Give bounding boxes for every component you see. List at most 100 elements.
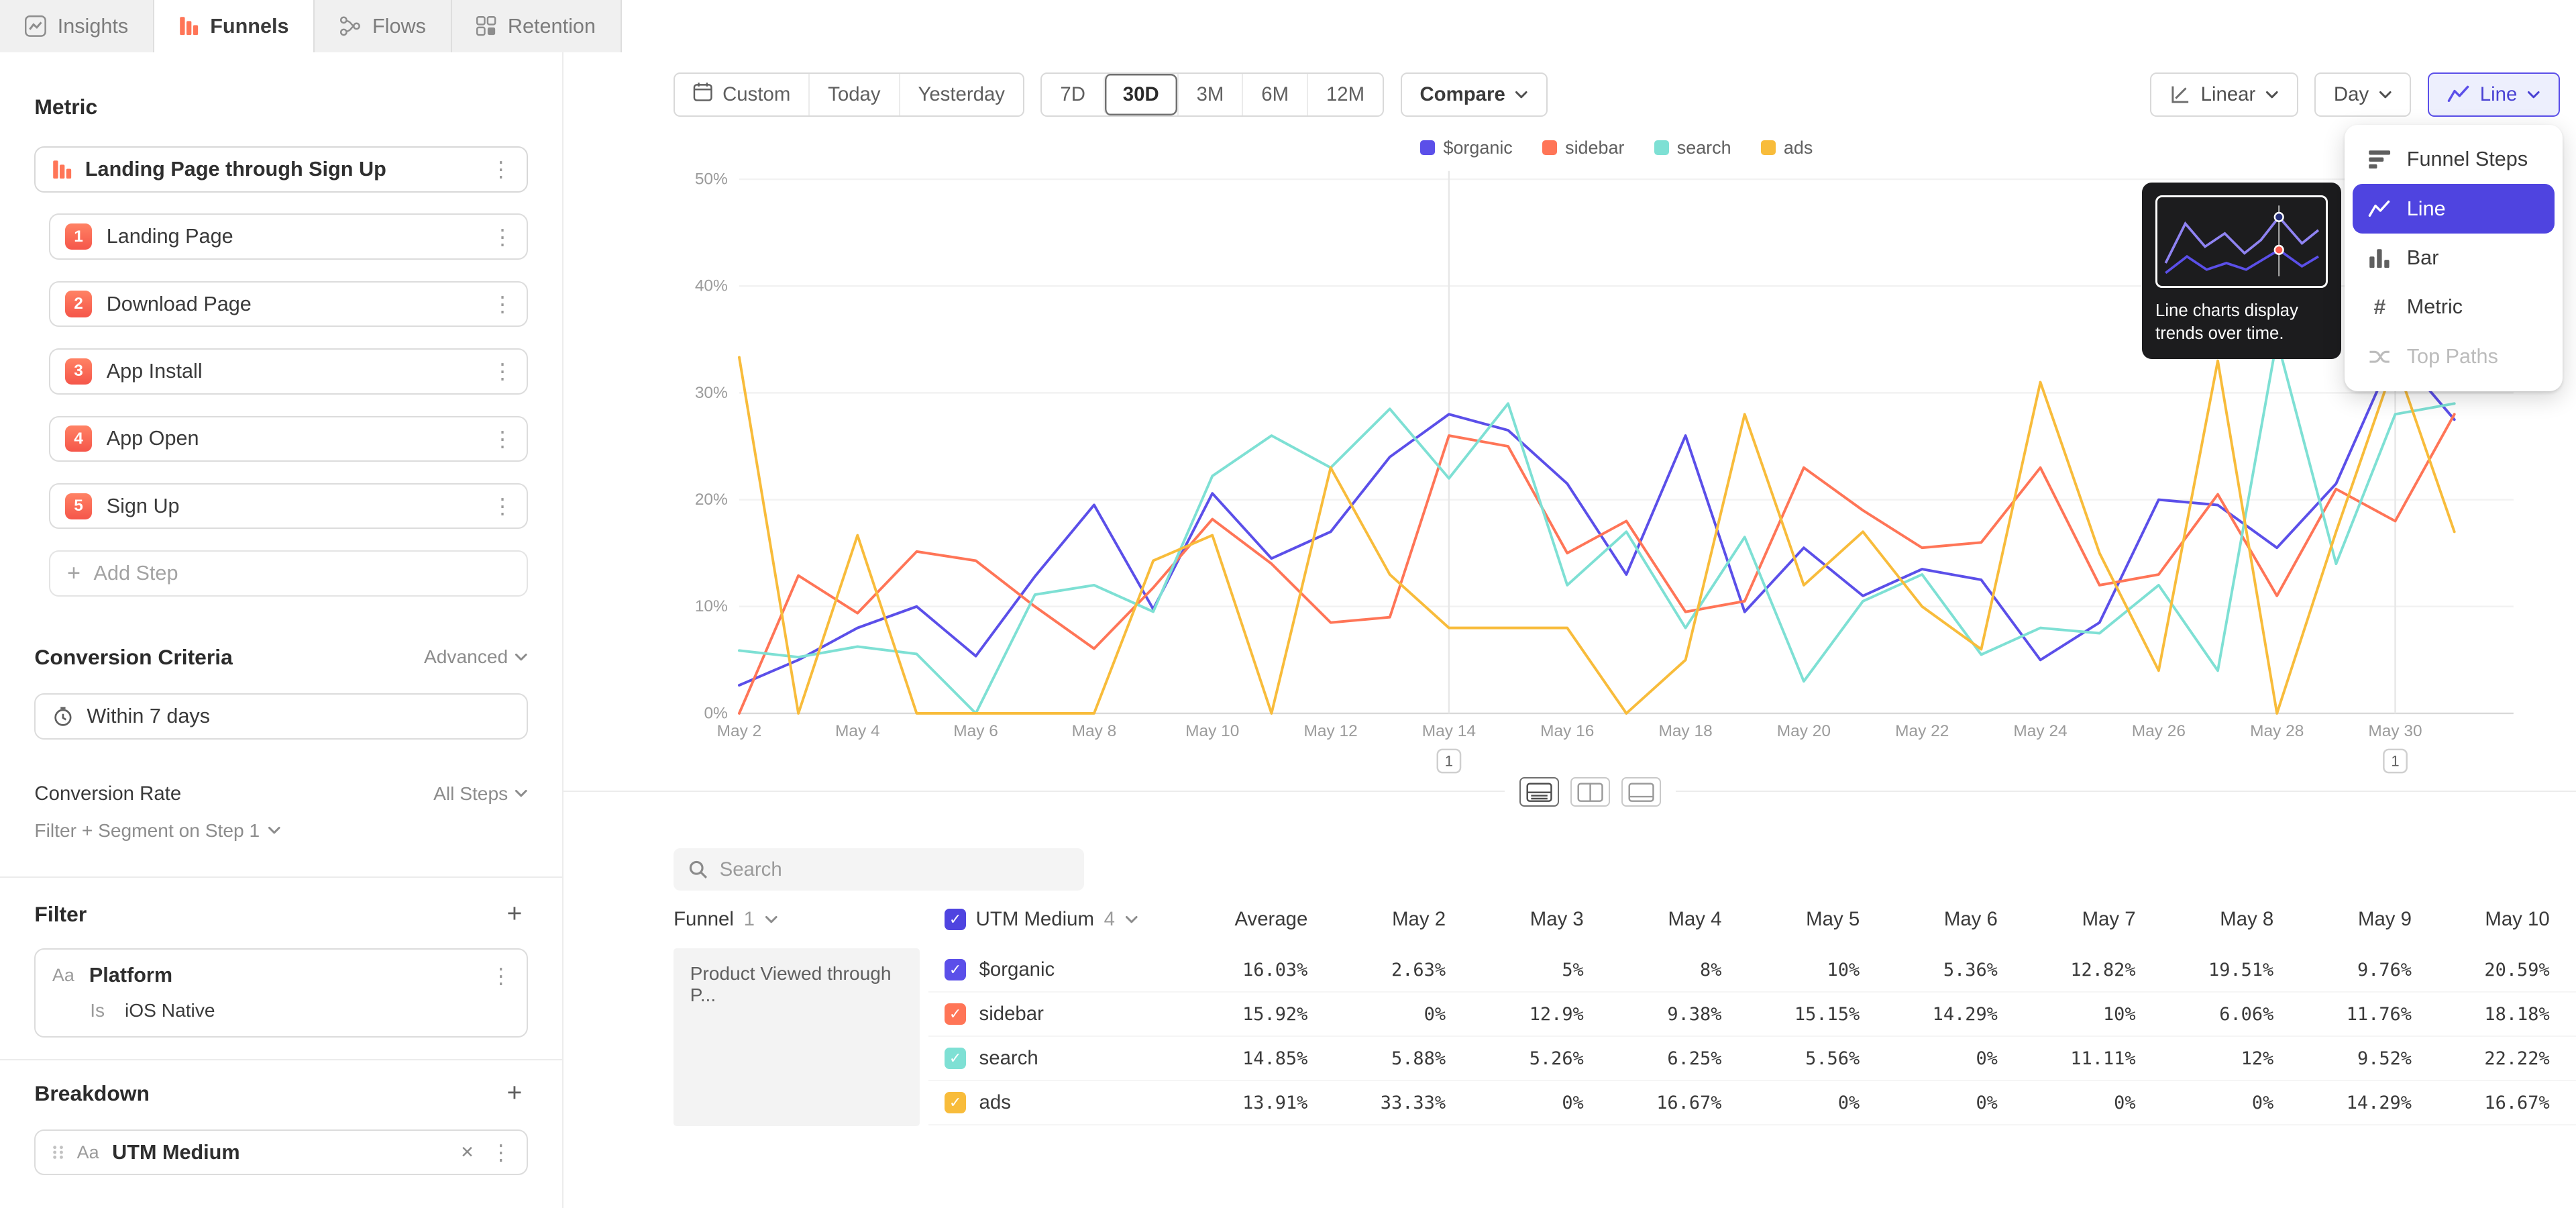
menu-item-funnel-steps[interactable]: Funnel Steps: [2353, 135, 2555, 184]
search-input[interactable]: [720, 858, 1070, 881]
row-checkbox[interactable]: [945, 1003, 966, 1025]
add-breakdown-button[interactable]: [501, 1082, 527, 1105]
y-axis-label: 20%: [695, 491, 728, 509]
table-cell: 9.76%: [2273, 960, 2412, 980]
filter-card-platform[interactable]: Aa Platform Is iOS Native: [34, 948, 527, 1038]
filter-value[interactable]: iOS Native: [125, 1000, 215, 1021]
funnels-app: Insights Funnels Flows Retention Metric …: [0, 0, 2576, 1208]
range-7d-button[interactable]: 7D: [1042, 74, 1103, 115]
funnel-step-4[interactable]: 4 App Open: [49, 416, 527, 462]
chart-type-menu: Funnel Steps Line Bar Metric Top Paths: [2345, 125, 2563, 391]
column-header[interactable]: May 5: [1721, 908, 1860, 931]
funnel-step-1[interactable]: 1 Landing Page: [49, 213, 527, 260]
kebab-menu-icon[interactable]: [490, 963, 510, 989]
legend-item[interactable]: ads: [1761, 138, 1813, 158]
legend-item[interactable]: sidebar: [1542, 138, 1625, 158]
kebab-menu-icon[interactable]: [490, 1140, 510, 1165]
chevron-down-icon: [1515, 91, 1528, 99]
tab-label: Funnels: [210, 15, 288, 38]
table-row: $organic16.03%2.63%5%8%10%5.36%12.82%19.…: [928, 948, 2576, 993]
table-cell: 0%: [1998, 1093, 2136, 1113]
custom-date-button[interactable]: Custom: [675, 74, 808, 115]
kebab-menu-icon[interactable]: [490, 156, 510, 182]
menu-item-line[interactable]: Line: [2353, 184, 2555, 233]
line-chart-icon: [2447, 85, 2470, 103]
granularity-day-button[interactable]: Day: [2314, 72, 2411, 117]
chart-only-view-toggle[interactable]: [1621, 777, 1661, 807]
today-button[interactable]: Today: [808, 74, 898, 115]
column-header[interactable]: May 9: [2273, 908, 2412, 931]
range-label: 7D: [1060, 83, 1085, 106]
menu-item-bar[interactable]: Bar: [2353, 234, 2555, 283]
menu-item-top-paths: Top Paths: [2353, 332, 2555, 381]
compare-button[interactable]: Compare: [1401, 72, 1548, 117]
tab-retention[interactable]: Retention: [452, 0, 622, 52]
add-filter-button[interactable]: [501, 903, 527, 925]
compare-label: Compare: [1419, 83, 1505, 106]
property-type-icon: Aa: [77, 1142, 99, 1163]
breakdown-column-header[interactable]: UTM Medium 4: [928, 908, 1167, 931]
column-header[interactable]: May 6: [1860, 908, 1998, 931]
column-header[interactable]: May 3: [1446, 908, 1584, 931]
remove-breakdown-icon[interactable]: [458, 1142, 477, 1162]
advanced-dropdown[interactable]: Advanced: [424, 646, 528, 668]
funnel-header-label: Funnel: [674, 908, 734, 931]
range-3m-button[interactable]: 3M: [1177, 74, 1242, 115]
funnel-column-header[interactable]: Funnel 1: [674, 908, 928, 931]
column-header[interactable]: May 4: [1584, 908, 1722, 931]
column-header[interactable]: May 2: [1307, 908, 1446, 931]
column-header[interactable]: Average: [1167, 908, 1308, 931]
insights-icon: [25, 15, 46, 37]
kebab-menu-icon[interactable]: [492, 224, 511, 250]
range-label: 3M: [1197, 83, 1224, 106]
top-tabbar: Insights Funnels Flows Retention: [0, 0, 622, 52]
column-header[interactable]: May 7: [1998, 908, 2136, 931]
filter-segment-dropdown[interactable]: Filter + Segment on Step 1: [34, 820, 281, 842]
chart-and-table-view-toggle[interactable]: [1519, 777, 1559, 807]
funnel-name-cell[interactable]: Product Viewed through P...: [674, 948, 920, 1125]
row-checkbox[interactable]: [945, 1048, 966, 1069]
split-view-toggle[interactable]: [1570, 777, 1610, 807]
range-30d-button[interactable]: 30D: [1104, 74, 1177, 115]
range-6m-button[interactable]: 6M: [1242, 74, 1307, 115]
menu-item-label: Funnel Steps: [2407, 148, 2528, 171]
sidebar: Metric Landing Page through Sign Up 1 La…: [0, 52, 564, 1208]
kebab-menu-icon[interactable]: [492, 426, 511, 452]
kebab-menu-icon[interactable]: [492, 291, 511, 317]
menu-item-metric[interactable]: Metric: [2353, 283, 2555, 332]
filter-operator[interactable]: Is: [90, 1000, 105, 1021]
kebab-menu-icon[interactable]: [492, 493, 511, 519]
retention-icon: [476, 16, 496, 36]
legend-item[interactable]: $organic: [1420, 138, 1513, 158]
step-number-badge: 5: [65, 493, 91, 519]
chart-type-button[interactable]: Line: [2428, 72, 2560, 117]
tab-label: Flows: [372, 15, 426, 38]
conversion-window-row[interactable]: Within 7 days: [34, 693, 527, 740]
all-steps-label: All Steps: [433, 783, 508, 805]
tab-funnels[interactable]: Funnels: [154, 0, 315, 52]
table-cell: 16.03%: [1167, 960, 1308, 980]
column-header[interactable]: May 8: [2136, 908, 2274, 931]
table-cell: 11.76%: [2273, 1004, 2412, 1025]
tab-flows[interactable]: Flows: [315, 0, 451, 52]
funnel-step-2[interactable]: 2 Download Page: [49, 281, 527, 328]
row-checkbox[interactable]: [945, 1092, 966, 1113]
yesterday-button[interactable]: Yesterday: [899, 74, 1023, 115]
x-axis-label: May 10: [1185, 722, 1239, 740]
scale-linear-button[interactable]: Linear: [2150, 72, 2298, 117]
row-checkbox[interactable]: [945, 959, 966, 980]
select-all-checkbox[interactable]: [945, 909, 966, 930]
funnel-step-5[interactable]: 5 Sign Up: [49, 483, 527, 530]
legend-swatch: [1542, 140, 1557, 155]
add-step-button[interactable]: Add Step: [49, 550, 527, 597]
funnel-step-3[interactable]: 3 App Install: [49, 348, 527, 395]
kebab-menu-icon[interactable]: [492, 358, 511, 384]
all-steps-dropdown[interactable]: All Steps: [433, 783, 527, 805]
range-12m-button[interactable]: 12M: [1307, 74, 1383, 115]
metric-card[interactable]: Landing Page through Sign Up: [34, 146, 527, 193]
column-header[interactable]: May 10: [2412, 908, 2550, 931]
drag-handle-icon[interactable]: [52, 1145, 64, 1160]
tab-insights[interactable]: Insights: [0, 0, 154, 52]
breakdown-card-utm-medium[interactable]: Aa UTM Medium: [34, 1129, 527, 1176]
legend-item[interactable]: search: [1654, 138, 1731, 158]
